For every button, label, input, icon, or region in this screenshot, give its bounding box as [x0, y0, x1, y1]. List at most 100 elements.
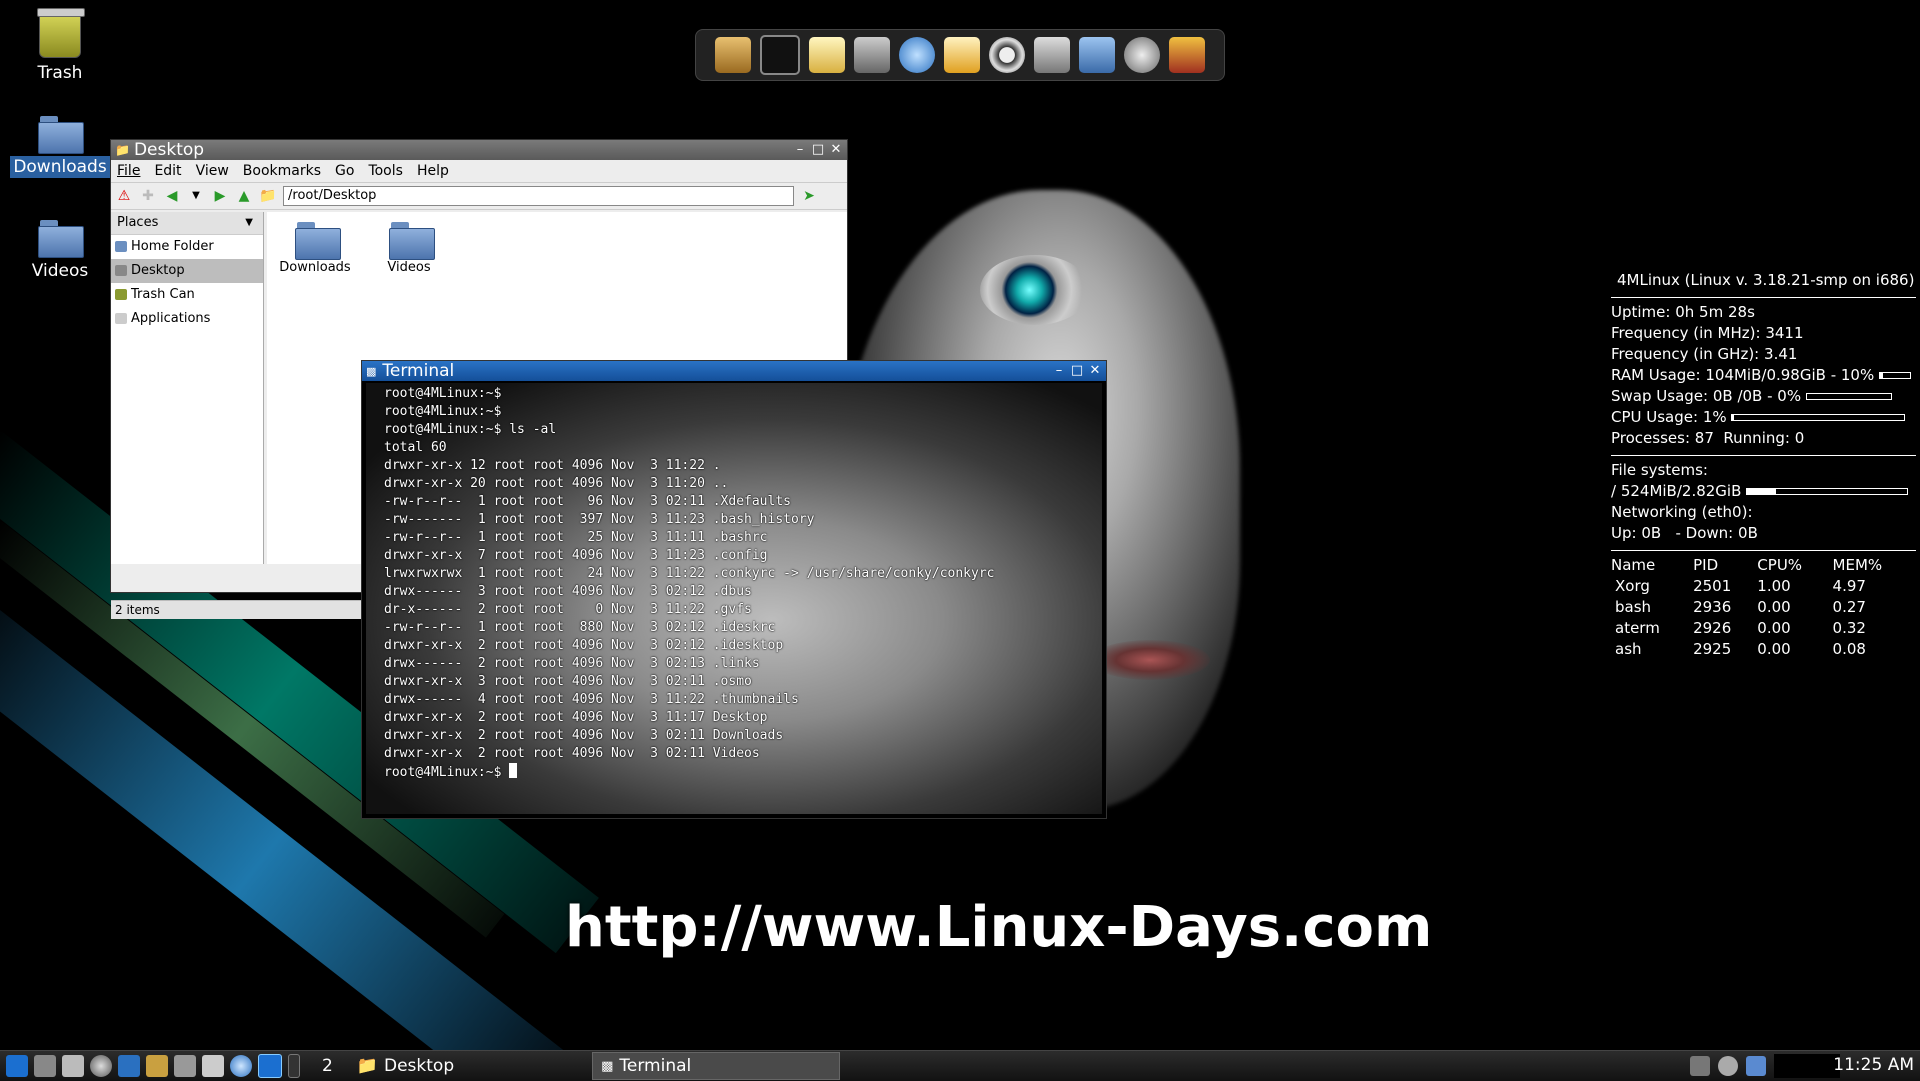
- menu-bookmarks[interactable]: Bookmarks: [243, 163, 321, 179]
- menu-file[interactable]: File: [117, 163, 140, 179]
- conky-net-label: Networking (eth0):: [1611, 503, 1753, 521]
- calculator-icon[interactable]: [854, 37, 890, 73]
- file-item-downloads[interactable]: Downloads: [270, 222, 360, 275]
- close-icon[interactable]: ✕: [829, 143, 843, 157]
- terminal-output: root@4MLinux:~$ root@4MLinux:~$ root@4MLin…: [384, 385, 994, 782]
- chevron-down-icon[interactable]: ▼: [187, 187, 205, 205]
- folder-icon: 📁: [356, 1056, 378, 1076]
- forward-arrow-icon[interactable]: ▶: [211, 187, 229, 205]
- chevron-down-icon: ▼: [245, 217, 253, 228]
- menu-edit[interactable]: Edit: [154, 163, 181, 179]
- maximize-icon[interactable]: □: [811, 143, 825, 157]
- file-item-videos[interactable]: Videos: [364, 222, 454, 275]
- drive-icon[interactable]: [34, 1055, 56, 1077]
- desktop-icon-label: Downloads: [10, 156, 110, 178]
- col-pid: PID: [1693, 556, 1719, 574]
- file-manager-icon[interactable]: [1079, 37, 1115, 73]
- disc-icon[interactable]: [90, 1055, 112, 1077]
- folder-icon: 📁: [259, 188, 277, 204]
- home-icon[interactable]: [715, 37, 751, 73]
- terminal-line: drwx------ 3 root root 4096 Nov 3 02:12 …: [384, 584, 752, 599]
- editor-icon[interactable]: [146, 1055, 168, 1077]
- clock[interactable]: 11:25 AM: [1833, 1055, 1914, 1075]
- terminal-icon: ▩: [601, 1058, 614, 1074]
- network-tray-icon[interactable]: [1746, 1056, 1766, 1076]
- workspace-pager-icon[interactable]: [288, 1054, 300, 1078]
- start-menu-icon[interactable]: [6, 1055, 28, 1077]
- new-folder-icon[interactable]: ✚: [139, 187, 157, 205]
- folder-icon: [295, 222, 341, 260]
- warning-icon[interactable]: ⚠: [115, 187, 133, 205]
- divider: [1611, 455, 1916, 456]
- media-player-icon[interactable]: [989, 37, 1025, 73]
- swap-bar: [1805, 393, 1892, 400]
- sidebar-item-home[interactable]: Home Folder: [111, 235, 263, 259]
- menu-view[interactable]: View: [196, 163, 229, 179]
- process-row: bash 2936 0.00 0.27: [1611, 597, 1916, 618]
- keyboard-icon[interactable]: [202, 1055, 224, 1077]
- browser-globe-icon[interactable]: [230, 1055, 252, 1077]
- sidebar-item-desktop[interactable]: Desktop: [111, 259, 263, 283]
- process-cell: 4.97: [1832, 577, 1866, 595]
- terminal-line: drwxr-xr-x 3 root root 4096 Nov 3 02:11 …: [384, 674, 752, 689]
- up-arrow-icon[interactable]: ▲: [235, 187, 253, 205]
- file-item-label: Downloads: [279, 260, 351, 275]
- process-cell: 0.00: [1757, 619, 1791, 637]
- workspace-number[interactable]: 2: [314, 1053, 341, 1079]
- process-cell: 2936: [1693, 598, 1732, 616]
- close-icon[interactable]: ✕: [1088, 364, 1102, 378]
- window-title: Desktop: [133, 140, 205, 160]
- user-tray-icon[interactable]: [1690, 1056, 1710, 1076]
- process-row: aterm 2926 0.00 0.32: [1611, 618, 1916, 639]
- terminal-titlebar[interactable]: ▩ Terminal – □ ✕: [362, 361, 1106, 381]
- tools-icon[interactable]: [1169, 37, 1205, 73]
- col-name: Name: [1611, 556, 1656, 574]
- back-arrow-icon[interactable]: ◀: [163, 187, 181, 205]
- network-icon[interactable]: [174, 1055, 196, 1077]
- browser-globe-icon[interactable]: [899, 37, 935, 73]
- task-terminal[interactable]: ▩ Terminal: [592, 1052, 841, 1080]
- desktop-icon-downloads[interactable]: Downloads: [10, 116, 110, 178]
- menu-help[interactable]: Help: [417, 163, 449, 179]
- terminal-cursor: [509, 763, 518, 778]
- places-header[interactable]: Places ▼: [111, 212, 263, 235]
- terminal-icon[interactable]: [760, 35, 800, 75]
- address-input[interactable]: /root/Desktop: [283, 186, 794, 206]
- col-mem: MEM%: [1832, 556, 1883, 574]
- terminal-prompt[interactable]: root@4MLinux:~$: [384, 763, 994, 782]
- conky-monitor: 4MLinux (Linux v. 3.18.21-smp on i686) U…: [1611, 270, 1916, 660]
- ram-bar: [1879, 372, 1911, 379]
- terminal-line: total 60: [384, 440, 447, 455]
- workspace-1-icon[interactable]: [258, 1054, 282, 1078]
- desktop-icon-trash[interactable]: Trash: [10, 8, 110, 84]
- volume-tray-icon[interactable]: [1718, 1056, 1738, 1076]
- mail-icon[interactable]: [944, 37, 980, 73]
- wallpaper-eye: [980, 255, 1090, 325]
- terminal-line: root@4MLinux:~$: [384, 404, 502, 419]
- monitor-icon[interactable]: [118, 1055, 140, 1077]
- desktop-icon-videos[interactable]: Videos: [10, 220, 110, 282]
- settings-icon[interactable]: [1124, 37, 1160, 73]
- terminal-line: drwxr-xr-x 2 root root 4096 Nov 3 11:17 …: [384, 710, 768, 725]
- conky-processes: Processes: 87 Running: 0: [1611, 429, 1805, 447]
- minimize-icon[interactable]: –: [793, 143, 807, 157]
- pen-icon[interactable]: [62, 1055, 84, 1077]
- menu-tools[interactable]: Tools: [368, 163, 403, 179]
- sidebar-item-trash[interactable]: Trash Can: [111, 283, 263, 307]
- camera-icon[interactable]: [1034, 37, 1070, 73]
- go-icon[interactable]: ➤: [800, 187, 818, 205]
- text-editor-icon[interactable]: [809, 37, 845, 73]
- wallpaper-lips: [1090, 640, 1210, 680]
- maximize-icon[interactable]: □: [1070, 364, 1084, 378]
- sidebar-item-label: Trash Can: [131, 287, 195, 302]
- minimize-icon[interactable]: –: [1052, 364, 1066, 378]
- menu-go[interactable]: Go: [335, 163, 354, 179]
- file-manager-titlebar[interactable]: 📁 Desktop – □ ✕: [111, 140, 847, 160]
- process-row: Xorg 2501 1.00 4.97: [1611, 576, 1916, 597]
- conky-ram: RAM Usage: 104MiB/0.98GiB - 10%: [1611, 365, 1916, 386]
- terminal-body[interactable]: root@4MLinux:~$ root@4MLinux:~$ root@4MLin…: [366, 383, 1102, 814]
- toolbar: ⚠ ✚ ◀ ▼ ▶ ▲ 📁 /root/Desktop ➤: [111, 183, 847, 210]
- sidebar-item-applications[interactable]: Applications: [111, 307, 263, 331]
- cpu-graph: [1774, 1054, 1840, 1078]
- task-desktop[interactable]: 📁 Desktop: [349, 1053, 462, 1079]
